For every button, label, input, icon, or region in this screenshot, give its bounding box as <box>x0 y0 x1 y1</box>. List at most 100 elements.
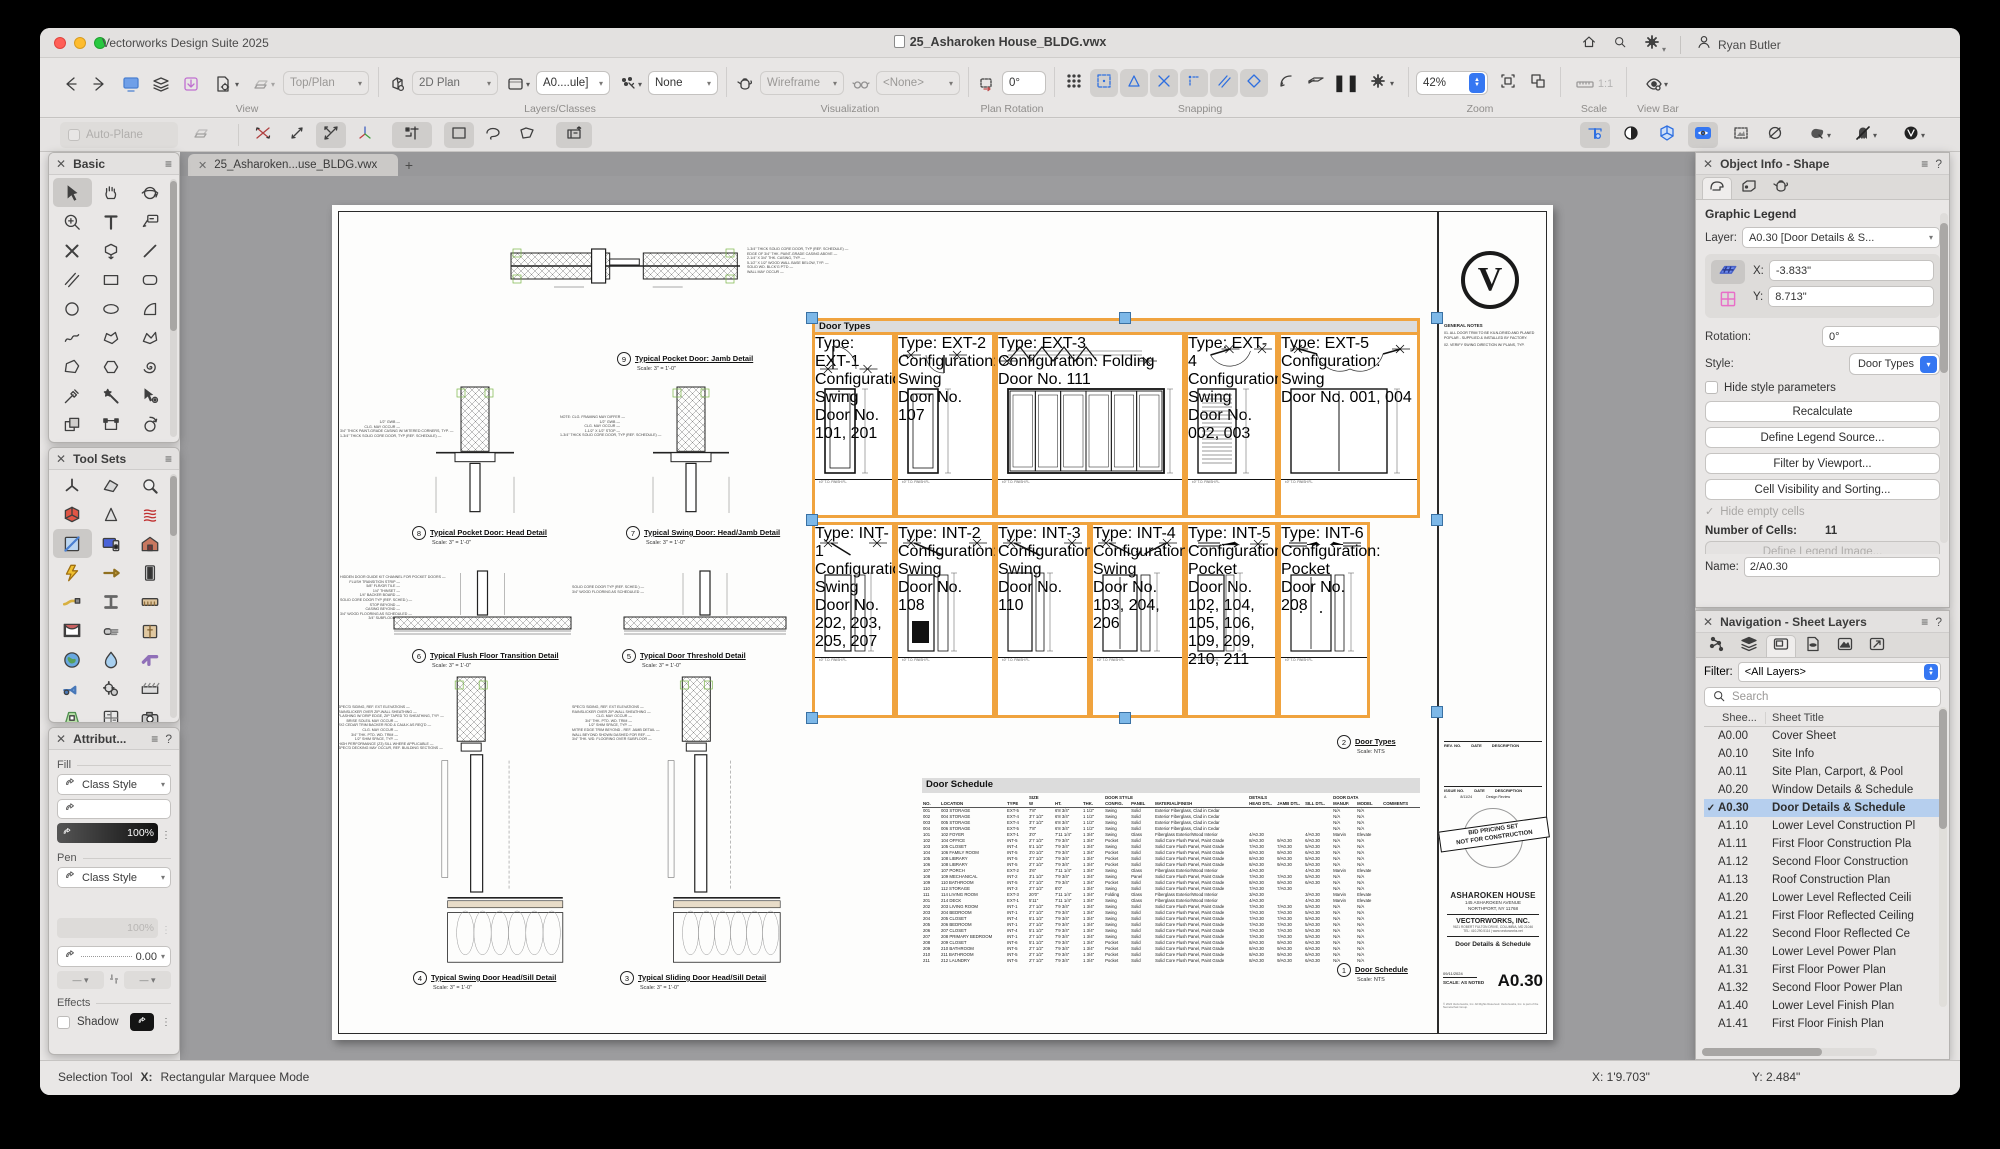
panel-layout-tool[interactable] <box>92 703 131 723</box>
recalculate-button[interactable]: Recalculate <box>1705 401 1940 422</box>
layer-scale-icon[interactable]: 1:1 <box>1568 71 1620 97</box>
hexagon-tool[interactable] <box>92 352 131 381</box>
sheet-layer-row[interactable]: A1.10Lower Level Construction Pl <box>1704 817 1943 835</box>
legend-cell[interactable]: ±0" T.O. FINISH FL. Type: INT-6Configura… <box>1278 522 1370 718</box>
render-tab[interactable] <box>1766 177 1796 199</box>
spring-tool[interactable] <box>130 500 169 529</box>
shape-tab[interactable] <box>1702 177 1732 199</box>
sheet-layer-row[interactable]: A1.32Second Floor Power Plan <box>1704 979 1943 997</box>
drawing-canvas[interactable]: ✕25_Asharoken...use_BLDG.vwx + Door Type… <box>180 152 1695 1060</box>
settings-gear-icon[interactable]: ▾ <box>1642 32 1666 57</box>
push-pull-tool[interactable] <box>92 236 131 265</box>
smart-edge-snap-toggle[interactable] <box>1210 69 1238 97</box>
legend-cell[interactable]: ±0" T.O. FINISH FL. Type: EXT-2Configura… <box>895 335 995 518</box>
filter-dropdown[interactable]: <All Layers>▲▼ <box>1738 662 1941 682</box>
selection-handle[interactable] <box>1119 712 1131 724</box>
sheet-title-column-header[interactable]: Sheet Title <box>1766 712 1824 724</box>
fill-style-dropdown[interactable]: Class Style▾ <box>57 774 171 795</box>
sheet-layer-row[interactable]: A1.13Roof Construction Plan <box>1704 871 1943 889</box>
text-tool[interactable] <box>92 207 131 236</box>
av-equipment-tool[interactable] <box>92 529 131 558</box>
eyedropper-tool[interactable] <box>53 381 92 410</box>
pipe-fitting-tool[interactable] <box>130 645 169 674</box>
legend-cell[interactable]: ±0" T.O. FINISH FL. Type: INT-1Configura… <box>812 522 895 718</box>
close-window-button[interactable] <box>54 37 66 49</box>
selection-handle[interactable] <box>1431 706 1443 718</box>
palette-menu-icon[interactable]: ≡ <box>165 157 172 171</box>
user-account[interactable]: Ryan Butler <box>1695 33 1781 56</box>
millwork-tool[interactable] <box>130 616 169 645</box>
search-input[interactable]: Search <box>1704 687 1941 707</box>
solid-modeling-tool[interactable] <box>53 500 92 529</box>
roof-face-tool[interactable] <box>92 471 131 500</box>
sheet-layer-row[interactable]: A1.41First Floor Finish Plan <box>1704 1015 1943 1033</box>
move-by-points-mode[interactable] <box>392 122 432 148</box>
y-coordinate-field[interactable]: 8.713" <box>1768 286 1934 307</box>
share-screen-icon[interactable] <box>118 71 144 97</box>
help-icon[interactable]: ? <box>1935 615 1942 629</box>
navigation-header[interactable]: ✕Navigation - Sheet Layers≡? <box>1696 611 1949 633</box>
data-tab[interactable] <box>1734 177 1764 199</box>
3d-reshape-mode[interactable] <box>350 122 380 148</box>
working-plane-icon[interactable] <box>1302 69 1330 97</box>
polyline-tool[interactable] <box>130 323 169 352</box>
legend-cell[interactable]: ±0" T.O. FINISH FL. Type: INT-3Configura… <box>995 522 1090 718</box>
zoom-tool[interactable] <box>53 207 92 236</box>
basic-palette-header[interactable]: ✕Basic≡ <box>49 153 179 175</box>
sheet-table-header[interactable]: Shee...Sheet Title <box>1704 710 1943 727</box>
vectorworks-options-icon[interactable]: ▾ <box>1890 122 1936 148</box>
visibility-eye-button[interactable] <box>1688 122 1718 148</box>
double-line-tool[interactable] <box>53 265 92 294</box>
classes-tab[interactable] <box>1702 635 1732 657</box>
style-dropdown-chevron[interactable]: ▾ <box>1920 356 1937 373</box>
building-tool[interactable] <box>130 529 169 558</box>
layer-dropdown[interactable]: A0.30 [Door Details & S...▾ <box>1742 227 1940 248</box>
intersection-snap-toggle[interactable] <box>1150 69 1178 97</box>
selection-handle[interactable] <box>1431 312 1443 324</box>
screen-plane-icon[interactable] <box>1711 260 1745 284</box>
structural-steel-tool[interactable] <box>92 587 131 616</box>
auto-plane-toggle[interactable]: Auto-Plane <box>60 122 178 148</box>
help-icon[interactable]: ? <box>1935 157 1942 171</box>
active-class-dropdown[interactable]: None▾ <box>648 71 718 95</box>
selection-handle[interactable] <box>806 712 818 724</box>
render-teapot-icon[interactable] <box>732 71 758 97</box>
sheet-layer-row[interactable]: A1.30Lower Level Power Plan <box>1704 943 1943 961</box>
legend-cell[interactable]: ±0" T.O. FINISH FL. Type: EXT-3Configura… <box>995 335 1185 518</box>
auto-plane-checkbox[interactable] <box>68 129 80 141</box>
panel-menu-icon[interactable]: ≡ <box>1921 157 1928 171</box>
delete-tool[interactable] <box>53 236 92 265</box>
export-icon[interactable]: ▾ <box>208 71 244 97</box>
fit-to-objects-icon[interactable] <box>1524 69 1552 97</box>
angle-snap-toggle[interactable] <box>1120 69 1148 97</box>
navigation-horizontal-scrollbar[interactable] <box>1702 1048 1877 1056</box>
navigation-vertical-scrollbar[interactable] <box>1939 707 1947 1007</box>
class-options-icon[interactable]: ▾ <box>614 71 646 97</box>
reshape-tool[interactable] <box>92 410 131 439</box>
select-similar-tool[interactable] <box>130 381 169 410</box>
fill-opacity-menu-icon[interactable]: ⋮ <box>161 830 171 841</box>
new-tab-button[interactable]: + <box>398 154 420 176</box>
palette-menu-icon[interactable]: ≡ <box>165 452 172 466</box>
define-legend-source-button[interactable]: Define Legend Source... <box>1705 427 1940 448</box>
pan-tool[interactable] <box>92 178 131 207</box>
electrical-tool[interactable] <box>53 558 92 587</box>
plan-mode-dropdown[interactable]: 2D Plan▾ <box>412 71 498 95</box>
text-style-button[interactable] <box>1580 122 1610 148</box>
camera-tool[interactable] <box>130 703 169 723</box>
drawing-area[interactable]: Door Types ±0" T.O. FINISH FL. Type: EXT… <box>180 176 1695 1060</box>
plan-rotation-icon[interactable] <box>974 71 1000 97</box>
filter-by-viewport-button[interactable]: Filter by Viewport... <box>1705 453 1940 474</box>
rotation-field[interactable]: 0° <box>1822 326 1940 347</box>
selection-handle[interactable] <box>1119 312 1131 324</box>
design-layers-tab[interactable] <box>1734 635 1764 657</box>
home-notifications-icon[interactable] <box>1580 33 1598 56</box>
clip-cube-tool[interactable] <box>53 410 92 439</box>
no-texture-icon[interactable] <box>1760 122 1790 148</box>
sheet-layer-row[interactable]: A0.20Window Details & Schedule <box>1704 781 1943 799</box>
close-icon[interactable]: ✕ <box>1703 157 1713 171</box>
sheet-number-column-header[interactable]: Shee... <box>1704 712 1766 724</box>
line-tool[interactable] <box>130 236 169 265</box>
legend-cell[interactable]: ±0" T.O. FINISH FL. Type: INT-5Configura… <box>1185 522 1278 718</box>
flyover-tool[interactable] <box>130 178 169 207</box>
